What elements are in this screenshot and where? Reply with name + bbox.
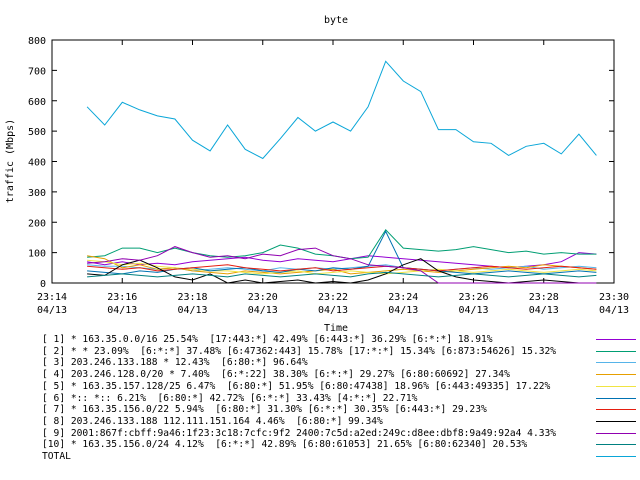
legend-swatch (596, 456, 636, 457)
x-tick-label-time: 23:20 (248, 292, 278, 303)
legend-swatch (596, 374, 636, 376)
series-lines (86, 60, 597, 284)
series-line-8 (87, 258, 597, 284)
x-tick-label-time: 23:22 (318, 292, 348, 303)
legend-label: [ 8] 203.246.133.188 112.111.151.164 4.4… (42, 415, 383, 427)
legend-swatch (596, 420, 636, 422)
legend-entry: [ 4] 203.246.128.0/20 * 7.40% [6:*:22] 3… (42, 369, 636, 381)
y-tick-label: 100 (28, 249, 46, 260)
x-tick-label-date: 04/13 (458, 305, 488, 316)
series-line-10 (87, 271, 597, 278)
y-tick-label: 500 (28, 127, 46, 138)
legend-swatch (596, 339, 636, 340)
legend-label: TOTAL (42, 451, 71, 462)
legend-swatch (596, 385, 636, 387)
y-axis-label: traffic (Mbps) (5, 119, 16, 203)
legend-label: [ 5] * 163.35.157.128/25 6.47% [6:80:*] … (42, 380, 551, 392)
x-tick-label-time: 23:30 (599, 292, 629, 303)
legend-label: [ 2] * * 23.09% [6:*:*] 37.48% [6:47362:… (42, 345, 557, 357)
x-axis-label: Time (324, 323, 348, 334)
y-tick-label: 700 (28, 66, 46, 77)
plot-frame (51, 39, 615, 284)
legend-label: [ 1] * 163.35.0.0/16 25.54% [17:443:*] 4… (42, 334, 493, 345)
x-tick-label-time: 23:16 (107, 292, 137, 303)
x-tick-label-date: 04/13 (599, 305, 629, 316)
x-tick-label-time: 23:26 (458, 292, 488, 303)
x-tick-label-date: 04/13 (248, 305, 278, 316)
legend-swatch (596, 397, 636, 399)
legend-entry: [ 3] 203.246.133.188 * 12.43% [6:80:*] 9… (42, 357, 636, 369)
y-axis: 0 100 200 300 400 500 600 700 800 (28, 36, 614, 290)
legend-entry: [10] * 163.35.156.0/24 4.12% [6:*:*] 42.… (42, 439, 636, 451)
x-tick-label-time: 23:24 (388, 292, 418, 303)
x-tick-label-date: 04/13 (107, 305, 137, 316)
y-tick-label: 400 (28, 158, 46, 169)
legend-entry: [ 1] * 163.35.0.0/16 25.54% [17:443:*] 4… (42, 334, 636, 345)
legend-entry: [ 5] * 163.35.157.128/25 6.47% [6:80:*] … (42, 380, 636, 392)
legend-swatch (596, 409, 636, 411)
legend-swatch (596, 444, 636, 446)
legend-label: [ 9] 2001:867f:cbff:9a46:1f23:3c18:7cfc:… (42, 427, 557, 439)
series-line-total (86, 60, 597, 160)
legend-label: [10] * 163.35.156.0/24 4.12% [6:*:*] 42.… (42, 439, 528, 451)
legend-swatch (596, 362, 636, 364)
legend-entry: [ 9] 2001:867f:cbff:9a46:1f23:3c18:7cfc:… (42, 427, 636, 439)
x-tick-label-time: 23:18 (177, 292, 207, 303)
legend-label: [ 7] * 163.35.156.0/22 5.94% [6:80:*] 31… (42, 404, 487, 416)
x-tick-label-date: 04/13 (388, 305, 418, 316)
y-tick-label: 0 (40, 279, 46, 290)
legend-swatch (596, 432, 636, 434)
x-tick-label-time: 23:14 (37, 292, 67, 303)
x-tick-label-date: 04/13 (177, 305, 207, 316)
legend-entry: [ 2] * * 23.09% [6:*:*] 37.48% [6:47362:… (42, 345, 636, 357)
legend-entry: [ 7] * 163.35.156.0/22 5.94% [6:80:*] 31… (42, 404, 636, 416)
x-tick-label-date: 04/13 (37, 305, 67, 316)
y-tick-label: 600 (28, 97, 46, 108)
y-tick-label: 200 (28, 218, 46, 229)
legend-swatch (596, 350, 636, 352)
legend-label: [ 4] 203.246.128.0/20 * 7.40% [6:*:22] 3… (42, 369, 510, 381)
legend-entry: [ 8] 203.246.133.188 112.111.151.164 4.4… (42, 415, 636, 427)
legend-label: [ 3] 203.246.133.188 * 12.43% [6:80:*] 9… (42, 357, 308, 369)
x-tick-label-time: 23:28 (529, 292, 559, 303)
legend-entry: [ 6] *:: *:: 6.21% [6:80:*] 42.72% [6:*:… (42, 392, 636, 404)
series-line-1 (87, 252, 597, 269)
legend-label: [ 6] *:: *:: 6.21% [6:80:*] 42.72% [6:*:… (42, 392, 418, 404)
legend-entry: TOTAL (42, 451, 636, 462)
chart-title: byte (324, 15, 348, 26)
y-tick-label: 800 (28, 36, 46, 47)
x-tick-label-date: 04/13 (318, 305, 348, 316)
x-tick-label-date: 04/13 (529, 305, 559, 316)
y-tick-label: 300 (28, 188, 46, 199)
series-line-2 (87, 228, 597, 260)
